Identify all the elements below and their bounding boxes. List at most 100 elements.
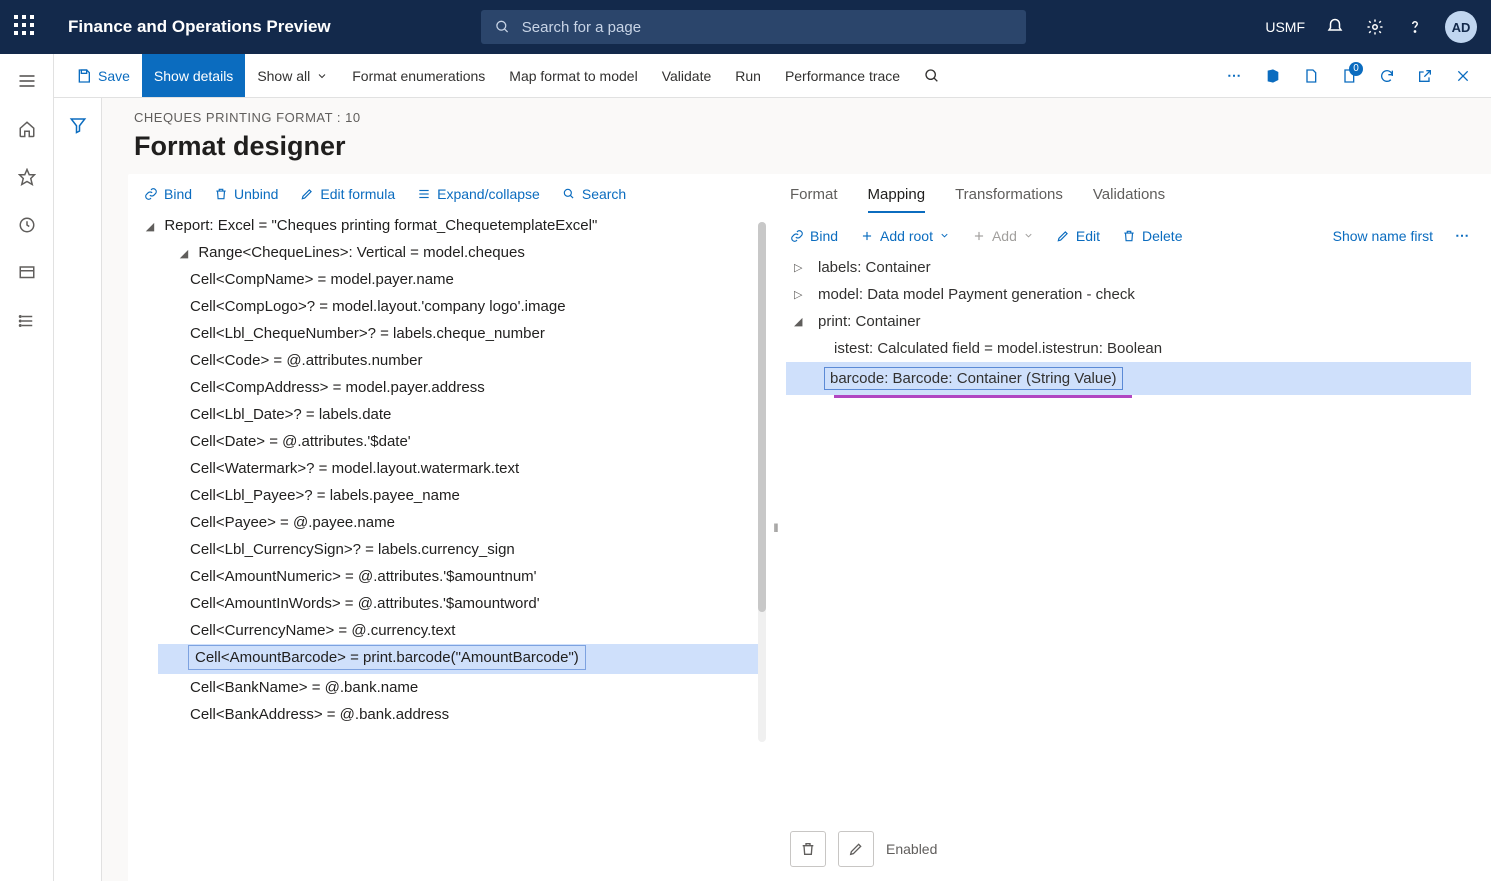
list-icon <box>417 187 431 201</box>
tree-node-cell[interactable]: Cell<BankName> = @.bank.name <box>128 674 766 701</box>
edit-button[interactable] <box>838 831 874 867</box>
office-link-icon[interactable] <box>1265 68 1281 84</box>
bind-action[interactable]: Bind <box>144 186 192 202</box>
filter-icon <box>69 116 87 134</box>
mapping-bind-action[interactable]: Bind <box>790 228 838 244</box>
popout-icon[interactable] <box>1417 68 1433 84</box>
trash-icon <box>1122 229 1136 243</box>
page-context: CHEQUES PRINTING FORMAT : 10 <box>134 110 1491 125</box>
product-title: Finance and Operations Preview <box>68 17 331 37</box>
mapping-node-istest[interactable]: istest: Calculated field = model.istestr… <box>786 335 1471 362</box>
global-header: Finance and Operations Preview USMF AD <box>0 0 1491 54</box>
tree-node-cell[interactable]: Cell<CompLogo>? = model.layout.'company … <box>128 293 766 320</box>
mapping-node-print[interactable]: ◢print: Container <box>786 308 1471 335</box>
user-avatar[interactable]: AD <box>1445 11 1477 43</box>
tree-node-cell[interactable]: Cell<AmountBarcode> = print.barcode("Amo… <box>158 644 766 674</box>
mapping-node-barcode[interactable]: barcode: Barcode: Container (String Valu… <box>786 362 1471 395</box>
caret-down-icon[interactable]: ◢ <box>144 220 156 233</box>
page-options-icon[interactable]: 0 <box>1341 68 1357 84</box>
tree-node-cell[interactable]: Cell<AmountNumeric> = @.attributes.'$amo… <box>128 563 766 590</box>
tab-transformations[interactable]: Transformations <box>955 186 1063 213</box>
save-button[interactable]: Save <box>64 54 142 97</box>
format-tree[interactable]: ◢ Report: Excel = "Cheques printing form… <box>128 212 766 852</box>
help-icon[interactable] <box>1405 17 1425 37</box>
tree-scrollbar[interactable] <box>758 222 766 742</box>
global-search-input[interactable] <box>522 19 1012 36</box>
expand-collapse-action[interactable]: Expand/collapse <box>417 186 540 202</box>
modules-icon[interactable] <box>16 310 38 332</box>
selection-underline <box>834 395 1132 398</box>
show-details-button[interactable]: Show details <box>142 54 245 97</box>
tree-node-cell[interactable]: Cell<Lbl_Date>? = labels.date <box>128 401 766 428</box>
tree-node-cell[interactable]: Cell<Watermark>? = model.layout.watermar… <box>128 455 766 482</box>
format-tree-pane: Bind Unbind Edit formula Expand/collapse… <box>128 174 766 881</box>
add-root-action[interactable]: Add root <box>860 228 950 244</box>
tree-node-cell[interactable]: Cell<Code> = @.attributes.number <box>128 347 766 374</box>
tree-node-cell[interactable]: Cell<Lbl_Payee>? = labels.payee_name <box>128 482 766 509</box>
caret-down-icon[interactable]: ◢ <box>794 315 808 328</box>
plus-icon <box>860 229 874 243</box>
tree-node-cell[interactable]: Cell<Payee> = @.payee.name <box>128 509 766 536</box>
chevron-down-icon <box>939 230 950 241</box>
favorites-icon[interactable] <box>16 166 38 188</box>
home-icon[interactable] <box>16 118 38 140</box>
caret-down-icon[interactable]: ◢ <box>178 247 190 260</box>
notifications-icon[interactable] <box>1325 17 1345 37</box>
save-icon <box>76 68 92 84</box>
refresh-icon[interactable] <box>1379 68 1395 84</box>
tree-node-cell[interactable]: Cell<AmountInWords> = @.attributes.'$amo… <box>128 590 766 617</box>
tree-node-cell[interactable]: Cell<Lbl_ChequeNumber>? = labels.cheque_… <box>128 320 766 347</box>
tree-node-cell[interactable]: Cell<Date> = @.attributes.'$date' <box>128 428 766 455</box>
attachments-icon[interactable] <box>1303 68 1319 84</box>
tree-node-cell[interactable]: Cell<BankAddress> = @.bank.address <box>128 701 766 728</box>
tree-node-cell[interactable]: Cell<Lbl_CurrencySign>? = labels.currenc… <box>128 536 766 563</box>
validate-button[interactable]: Validate <box>650 54 724 97</box>
mapping-node-model[interactable]: ▷model: Data model Payment generation - … <box>786 281 1471 308</box>
delete-action[interactable]: Delete <box>1122 228 1182 244</box>
search-icon <box>562 187 576 201</box>
tree-node-cell[interactable]: Cell<CompAddress> = model.payer.address <box>128 374 766 401</box>
unbind-action[interactable]: Unbind <box>214 186 278 202</box>
app-launcher-icon[interactable] <box>14 15 38 39</box>
settings-icon[interactable] <box>1365 17 1385 37</box>
more-commands-button[interactable]: ⋯ <box>1227 67 1243 84</box>
mapping-more-actions[interactable]: ⋯ <box>1455 227 1471 244</box>
show-all-button[interactable]: Show all <box>245 54 340 97</box>
search-icon <box>495 19 510 35</box>
status-field[interactable]: Enabled <box>886 831 1471 867</box>
pane-splitter[interactable]: ‖ <box>766 174 786 881</box>
close-icon[interactable] <box>1455 68 1471 84</box>
workspace-icon[interactable] <box>16 262 38 284</box>
toolbar-search-button[interactable] <box>912 54 952 97</box>
tree-node-range[interactable]: ◢ Range<ChequeLines>: Vertical = model.c… <box>128 239 766 266</box>
mapping-bottom-bar: Enabled <box>786 817 1471 881</box>
delete-button[interactable] <box>790 831 826 867</box>
caret-right-icon[interactable]: ▷ <box>794 261 808 274</box>
trash-icon <box>800 841 816 857</box>
tab-validations[interactable]: Validations <box>1093 186 1165 213</box>
tree-node-root[interactable]: ◢ Report: Excel = "Cheques printing form… <box>128 212 766 239</box>
edit-formula-action[interactable]: Edit formula <box>300 186 395 202</box>
map-format-button[interactable]: Map format to model <box>497 54 649 97</box>
company-label[interactable]: USMF <box>1265 19 1305 35</box>
caret-right-icon[interactable]: ▷ <box>794 288 808 301</box>
tab-mapping[interactable]: Mapping <box>868 186 926 213</box>
edit-action[interactable]: Edit <box>1056 228 1100 244</box>
pencil-icon <box>848 841 864 857</box>
mapping-pane: Format Mapping Transformations Validatio… <box>786 174 1491 881</box>
tree-node-cell[interactable]: Cell<CompName> = model.payer.name <box>128 266 766 293</box>
page-title: Format designer <box>134 131 1491 162</box>
global-search[interactable] <box>481 10 1026 44</box>
format-enumerations-button[interactable]: Format enumerations <box>340 54 497 97</box>
mapping-node-labels[interactable]: ▷labels: Container <box>786 254 1471 281</box>
show-name-first-action[interactable]: Show name first <box>1333 228 1433 244</box>
tree-search-action[interactable]: Search <box>562 186 626 202</box>
recent-icon[interactable] <box>16 214 38 236</box>
tab-format[interactable]: Format <box>790 186 838 213</box>
run-button[interactable]: Run <box>723 54 773 97</box>
hamburger-icon[interactable] <box>16 70 38 92</box>
mapping-tree[interactable]: ▷labels: Container ▷model: Data model Pa… <box>786 254 1471 398</box>
filter-pane-toggle[interactable] <box>54 98 102 881</box>
performance-trace-button[interactable]: Performance trace <box>773 54 912 97</box>
tree-node-cell[interactable]: Cell<CurrencyName> = @.currency.text <box>128 617 766 644</box>
